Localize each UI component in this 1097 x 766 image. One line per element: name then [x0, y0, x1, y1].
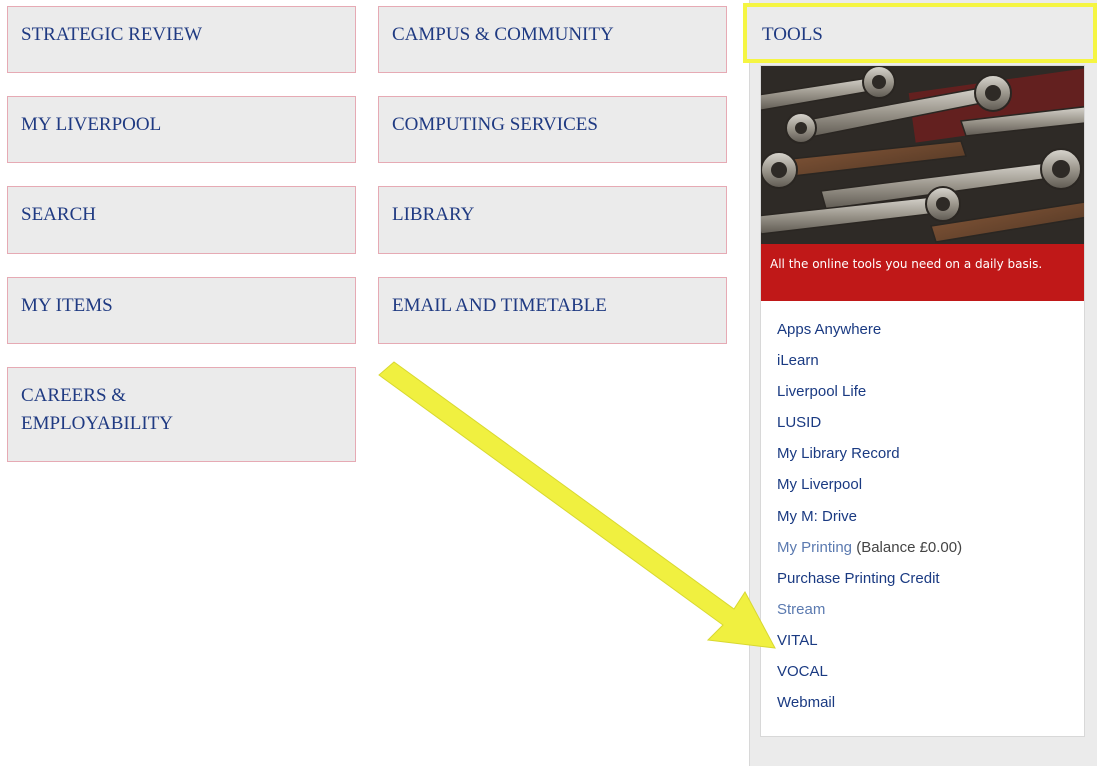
- tile-label-line-2: EMPLOYABILITY: [21, 413, 173, 434]
- tile-search[interactable]: SEARCH: [7, 186, 356, 254]
- tool-link-apps-anywhere[interactable]: Apps Anywhere: [777, 320, 1077, 351]
- tile-campus-community[interactable]: CAMPUS & COMMUNITY: [378, 6, 727, 73]
- tool-link-lusid[interactable]: LUSID: [777, 413, 1077, 444]
- tool-link-my-liverpool[interactable]: My Liverpool: [777, 475, 1077, 506]
- tools-header[interactable]: TOOLS: [743, 3, 1097, 63]
- tool-link-liverpool-life[interactable]: Liverpool Life: [777, 382, 1077, 413]
- tool-link-vocal[interactable]: VOCAL: [777, 662, 1077, 693]
- tile-email-timetable[interactable]: EMAIL AND TIMETABLE: [378, 277, 727, 344]
- tile-label: LIBRARY: [392, 204, 475, 225]
- tile-label: CAMPUS & COMMUNITY: [392, 24, 614, 45]
- tile-label: STRATEGIC REVIEW: [21, 24, 203, 45]
- tile-label: MY LIVERPOOL: [21, 114, 162, 135]
- tool-link-purchase-printing-credit[interactable]: Purchase Printing Credit: [777, 569, 1077, 600]
- tile-label-line-1: CAREERS &: [21, 385, 127, 406]
- tile-computing-services[interactable]: COMPUTING SERVICES: [378, 96, 727, 163]
- tile-label: MY ITEMS: [21, 295, 113, 316]
- tile-my-liverpool[interactable]: MY LIVERPOOL: [7, 96, 356, 163]
- tool-link-my-library-record[interactable]: My Library Record: [777, 444, 1077, 475]
- tools-link-list: Apps Anywhere iLearn Liverpool Life LUSI…: [777, 320, 1077, 724]
- printing-balance: (Balance £0.00): [856, 538, 963, 556]
- tool-link-ilearn[interactable]: iLearn: [777, 351, 1077, 382]
- tools-title: TOOLS: [762, 24, 823, 45]
- tile-library[interactable]: LIBRARY: [378, 186, 727, 254]
- tool-link-my-m-drive[interactable]: My M: Drive: [777, 507, 1077, 538]
- tile-my-items[interactable]: MY ITEMS: [7, 277, 356, 344]
- tools-photo-icon: [761, 66, 1084, 244]
- tile-label: SEARCH: [21, 204, 96, 225]
- tile-label: EMAIL AND TIMETABLE: [392, 295, 607, 316]
- tile-label: COMPUTING SERVICES: [392, 114, 598, 135]
- tool-link-vital[interactable]: VITAL: [777, 631, 1077, 662]
- tile-strategic-review[interactable]: STRATEGIC REVIEW: [7, 6, 356, 73]
- tool-link-webmail[interactable]: Webmail: [777, 693, 1077, 724]
- arrow-shape: [378, 361, 776, 649]
- tools-caption: All the online tools you need on a daily…: [761, 244, 1084, 301]
- tile-careers-employability[interactable]: CAREERS & EMPLOYABILITY: [7, 367, 356, 462]
- tool-link-stream[interactable]: Stream: [777, 600, 1077, 631]
- tool-link-my-printing[interactable]: My Printing (Balance £0.00): [777, 538, 1077, 569]
